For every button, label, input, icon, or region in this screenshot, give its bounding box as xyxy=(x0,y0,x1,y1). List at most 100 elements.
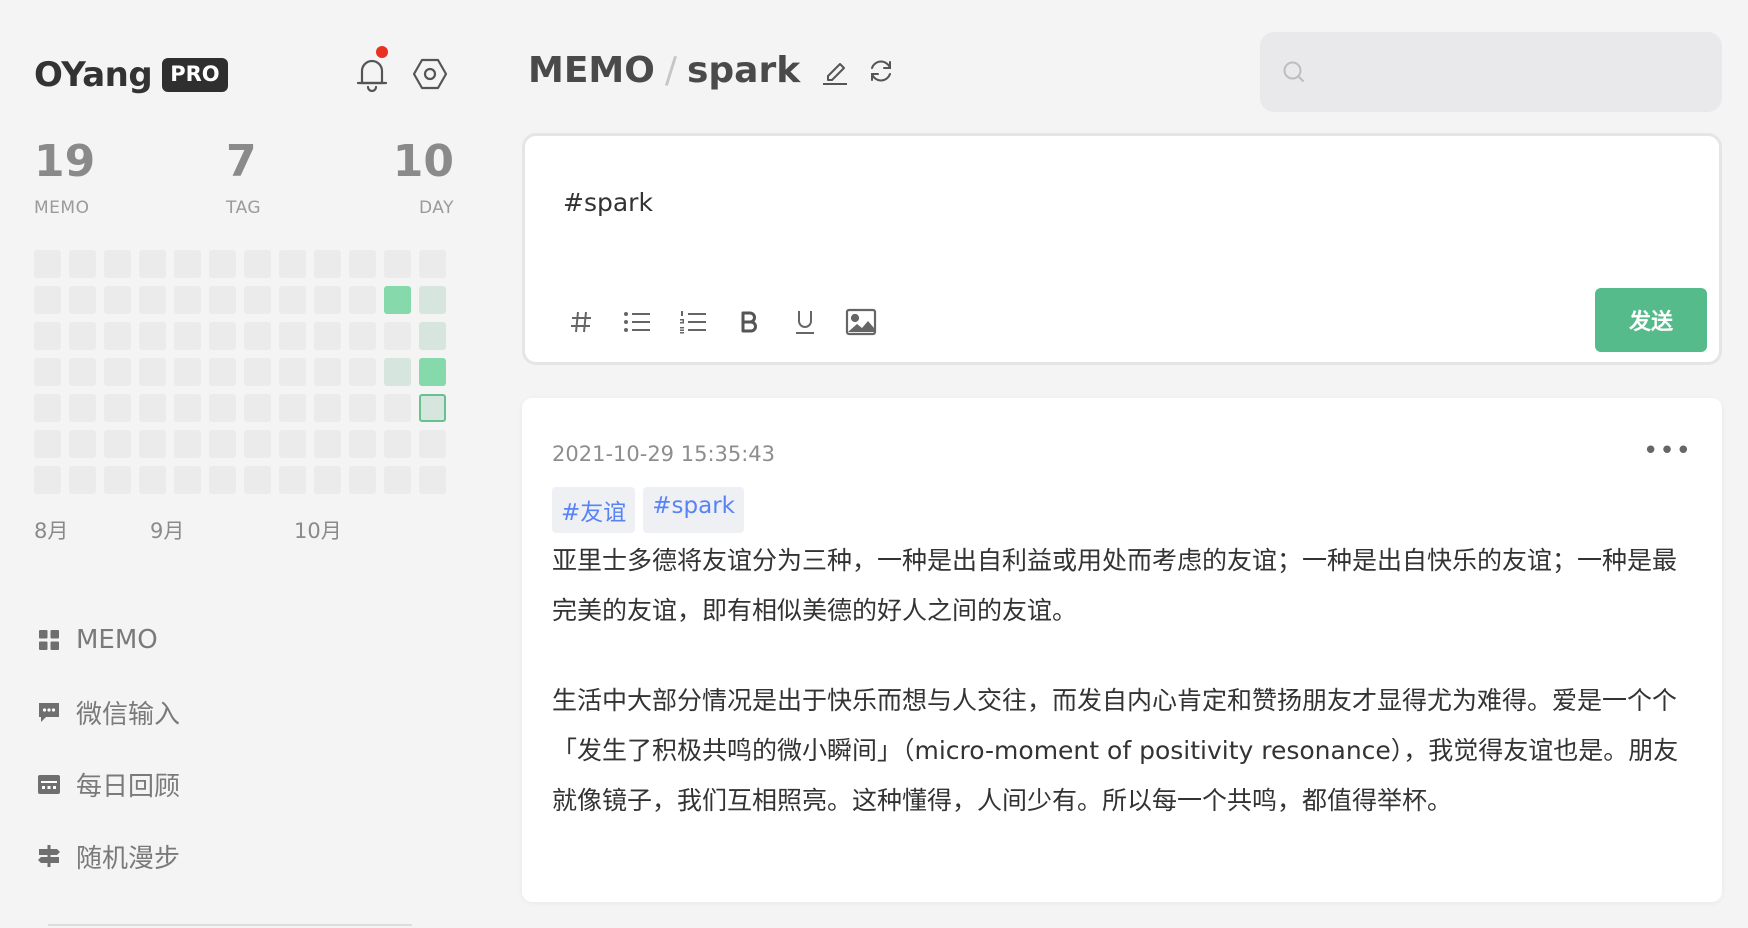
nav-item-daily-review[interactable]: 每日回顾 xyxy=(36,748,180,820)
heatmap-cell[interactable] xyxy=(349,358,376,386)
heatmap-cell[interactable] xyxy=(314,466,341,494)
heatmap-cell[interactable] xyxy=(174,250,201,278)
heatmap-cell[interactable] xyxy=(139,250,166,278)
heatmap-cell[interactable] xyxy=(419,430,446,458)
heatmap-cell[interactable] xyxy=(209,430,236,458)
heatmap-cell[interactable] xyxy=(34,286,61,314)
heatmap-cell[interactable] xyxy=(419,250,446,278)
notification-button[interactable] xyxy=(352,46,392,94)
heatmap-cell[interactable] xyxy=(384,394,411,422)
nav-item-random-walk[interactable]: 随机漫步 xyxy=(36,820,180,892)
tag-chip[interactable]: #友谊 xyxy=(552,487,636,533)
heatmap-cell[interactable] xyxy=(104,430,131,458)
heatmap-cell[interactable] xyxy=(279,430,306,458)
edit-icon[interactable] xyxy=(818,54,852,88)
heatmap-cell[interactable] xyxy=(314,358,341,386)
heatmap-cell[interactable] xyxy=(279,394,306,422)
heatmap-cell[interactable] xyxy=(419,286,446,314)
heatmap-cell[interactable] xyxy=(244,466,271,494)
heatmap-cell[interactable] xyxy=(139,430,166,458)
heatmap-cell[interactable] xyxy=(139,322,166,350)
heatmap-cell[interactable] xyxy=(419,394,446,422)
heatmap-cell[interactable] xyxy=(209,286,236,314)
heatmap-cell[interactable] xyxy=(69,250,96,278)
heatmap-cell[interactable] xyxy=(384,322,411,350)
heatmap-cell[interactable] xyxy=(139,286,166,314)
stat-tag[interactable]: 7 TAG xyxy=(226,140,261,219)
heatmap-cell[interactable] xyxy=(279,322,306,350)
heatmap-cell[interactable] xyxy=(314,394,341,422)
heatmap-cell[interactable] xyxy=(34,358,61,386)
heatmap-cell[interactable] xyxy=(419,322,446,350)
heatmap-cell[interactable] xyxy=(349,250,376,278)
heatmap-cell[interactable] xyxy=(349,430,376,458)
heatmap-cell[interactable] xyxy=(209,358,236,386)
more-options-icon[interactable]: ••• xyxy=(1643,436,1692,466)
heatmap-cell[interactable] xyxy=(384,286,411,314)
heatmap-cell[interactable] xyxy=(244,394,271,422)
underline-icon[interactable] xyxy=(787,304,823,340)
heatmap-cell[interactable] xyxy=(314,322,341,350)
heatmap-cell[interactable] xyxy=(34,466,61,494)
heatmap-cell[interactable] xyxy=(174,430,201,458)
heatmap-cell[interactable] xyxy=(244,286,271,314)
numbered-list-icon[interactable] xyxy=(675,304,711,340)
heatmap-cell[interactable] xyxy=(279,466,306,494)
heatmap-cell[interactable] xyxy=(419,358,446,386)
image-icon[interactable] xyxy=(843,304,879,340)
heatmap-cell[interactable] xyxy=(349,394,376,422)
heatmap-cell[interactable] xyxy=(314,430,341,458)
heatmap-cell[interactable] xyxy=(104,322,131,350)
heatmap-cell[interactable] xyxy=(174,286,201,314)
heatmap-cell[interactable] xyxy=(244,430,271,458)
tag-chip[interactable]: #spark xyxy=(643,487,745,533)
heatmap-cell[interactable] xyxy=(209,250,236,278)
settings-button[interactable] xyxy=(410,54,450,94)
breadcrumb-root[interactable]: MEMO xyxy=(528,50,655,91)
heatmap-cell[interactable] xyxy=(34,250,61,278)
search-box[interactable] xyxy=(1260,32,1722,112)
heatmap-cell[interactable] xyxy=(139,358,166,386)
heatmap-cell[interactable] xyxy=(209,466,236,494)
heatmap-cell[interactable] xyxy=(384,358,411,386)
nav-item-memo[interactable]: MEMO xyxy=(36,604,180,676)
heatmap-cell[interactable] xyxy=(384,250,411,278)
nav-item-wechat-input[interactable]: 微信输入 xyxy=(36,676,180,748)
heatmap-cell[interactable] xyxy=(384,430,411,458)
heatmap-cell[interactable] xyxy=(244,322,271,350)
heatmap-cell[interactable] xyxy=(104,250,131,278)
heatmap-cell[interactable] xyxy=(349,466,376,494)
memo-editor[interactable]: #spark 发送 xyxy=(522,133,1722,365)
heatmap-cell[interactable] xyxy=(69,430,96,458)
heatmap-cell[interactable] xyxy=(139,394,166,422)
heatmap-cell[interactable] xyxy=(34,430,61,458)
heatmap-cell[interactable] xyxy=(314,286,341,314)
hash-icon[interactable] xyxy=(563,304,599,340)
heatmap-cell[interactable] xyxy=(279,250,306,278)
send-button[interactable]: 发送 xyxy=(1595,288,1707,352)
heatmap-cell[interactable] xyxy=(34,322,61,350)
heatmap-cell[interactable] xyxy=(69,286,96,314)
heatmap-cell[interactable] xyxy=(139,466,166,494)
heatmap-cell[interactable] xyxy=(349,286,376,314)
refresh-icon[interactable] xyxy=(864,54,898,88)
heatmap-cell[interactable] xyxy=(104,394,131,422)
heatmap-cell[interactable] xyxy=(104,466,131,494)
bullet-list-icon[interactable] xyxy=(619,304,655,340)
heatmap-cell[interactable] xyxy=(349,322,376,350)
heatmap-cell[interactable] xyxy=(279,286,306,314)
heatmap-cell[interactable] xyxy=(384,466,411,494)
editor-content[interactable]: #spark xyxy=(563,188,653,217)
heatmap-cell[interactable] xyxy=(314,250,341,278)
heatmap-cell[interactable] xyxy=(174,322,201,350)
heatmap-cell[interactable] xyxy=(209,322,236,350)
stat-day[interactable]: 10 DAY xyxy=(393,140,454,219)
heatmap-cell[interactable] xyxy=(419,466,446,494)
heatmap-cell[interactable] xyxy=(69,322,96,350)
heatmap-cell[interactable] xyxy=(69,394,96,422)
heatmap-cell[interactable] xyxy=(174,358,201,386)
search-input[interactable] xyxy=(1318,60,1698,84)
heatmap-cell[interactable] xyxy=(104,358,131,386)
bold-icon[interactable] xyxy=(731,304,767,340)
heatmap-cell[interactable] xyxy=(244,358,271,386)
